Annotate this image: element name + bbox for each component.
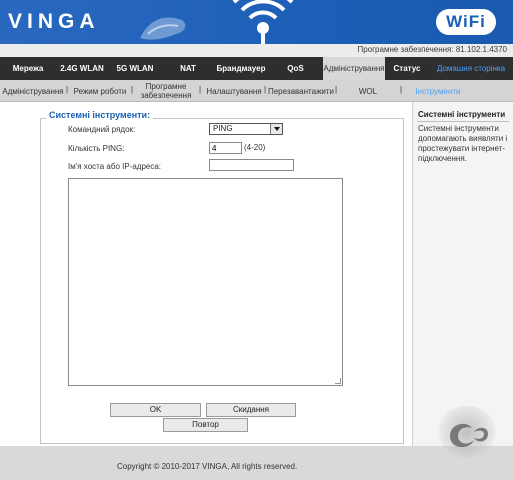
subnav-firmware[interactable]: Програмне забезпечення xyxy=(136,80,196,102)
subnav-separator: | xyxy=(400,85,403,94)
wifi-badge-logo: WiFi xyxy=(436,9,496,35)
watermark-glyph-icon xyxy=(450,423,488,448)
repeat-button[interactable]: Повтор xyxy=(163,418,248,432)
watermark-logo xyxy=(436,406,498,458)
hand-graphic-icon xyxy=(140,17,186,40)
nav-administration[interactable]: Адміністрування xyxy=(323,57,385,80)
help-panel: Системні інструменти Системні інструмент… xyxy=(412,102,513,446)
nav-qos[interactable]: QoS xyxy=(268,57,323,80)
nav-network[interactable]: Мережа xyxy=(0,57,56,80)
help-text: Системні інструменти допомагають виявлят… xyxy=(418,124,508,163)
firmware-strip: Програмне забезпечення: 81.102.1.4370 xyxy=(0,44,513,57)
nav-nat[interactable]: NAT xyxy=(162,57,214,80)
resize-grip-icon[interactable] xyxy=(335,378,341,384)
ok-button[interactable]: OK xyxy=(110,403,201,417)
nav-wlan-24g[interactable]: 2.4G WLAN xyxy=(56,57,108,80)
output-textarea[interactable] xyxy=(68,178,343,386)
chevron-down-icon[interactable] xyxy=(270,124,282,134)
copyright-text: Copyright © 2010-2017 VINGA, All rights … xyxy=(117,462,298,471)
command-select[interactable]: PING xyxy=(209,123,283,135)
command-select-value: PING xyxy=(213,124,233,133)
command-label: Командний рядок: xyxy=(68,125,136,134)
subnav-separator: | xyxy=(335,85,338,94)
sub-nav: Адміністрування | Режим роботи | Програм… xyxy=(0,80,513,102)
subnav-separator: | xyxy=(66,85,69,94)
subnav-work-mode[interactable]: Режим роботи xyxy=(72,80,128,102)
brand-logo: VINGA xyxy=(8,10,100,33)
nav-status[interactable]: Статус xyxy=(385,57,429,80)
ping-count-range: (4-20) xyxy=(244,143,266,152)
host-input[interactable] xyxy=(209,159,294,171)
firmware-version: Програмне забезпечення: 81.102.1.4370 xyxy=(357,45,507,54)
header-banner: VINGA WiFi xyxy=(0,0,513,44)
wifi-waves-icon xyxy=(232,0,294,44)
nav-wlan-5g[interactable]: 5G WLAN xyxy=(108,57,162,80)
help-title: Системні інструменти xyxy=(418,110,506,119)
subnav-wol[interactable]: WOL xyxy=(346,80,390,102)
subnav-settings[interactable]: Налаштування xyxy=(204,80,264,102)
ping-count-label: Кількість PING: xyxy=(68,144,125,153)
help-divider xyxy=(417,121,509,122)
fieldset-legend: Системні інструменти: xyxy=(46,110,154,120)
subnav-separator: | xyxy=(264,85,267,94)
host-label: Ім'я хоста або IP-адреса: xyxy=(68,162,162,171)
reset-button[interactable]: Скидання xyxy=(206,403,296,417)
subnav-reboot[interactable]: Перезавантажити xyxy=(268,80,334,102)
nav-firewall[interactable]: Брандмауер xyxy=(214,57,268,80)
ping-count-input[interactable] xyxy=(209,142,242,154)
nav-home-page[interactable]: Домашня сторінка xyxy=(429,57,513,80)
subnav-tools[interactable]: Інструменти xyxy=(408,80,468,102)
main-nav: Мережа 2.4G WLAN 5G WLAN NAT Брандмауер … xyxy=(0,57,513,80)
subnav-separator: | xyxy=(131,85,134,94)
subnav-administration[interactable]: Адміністрування xyxy=(2,80,64,102)
subnav-separator: | xyxy=(199,85,202,94)
